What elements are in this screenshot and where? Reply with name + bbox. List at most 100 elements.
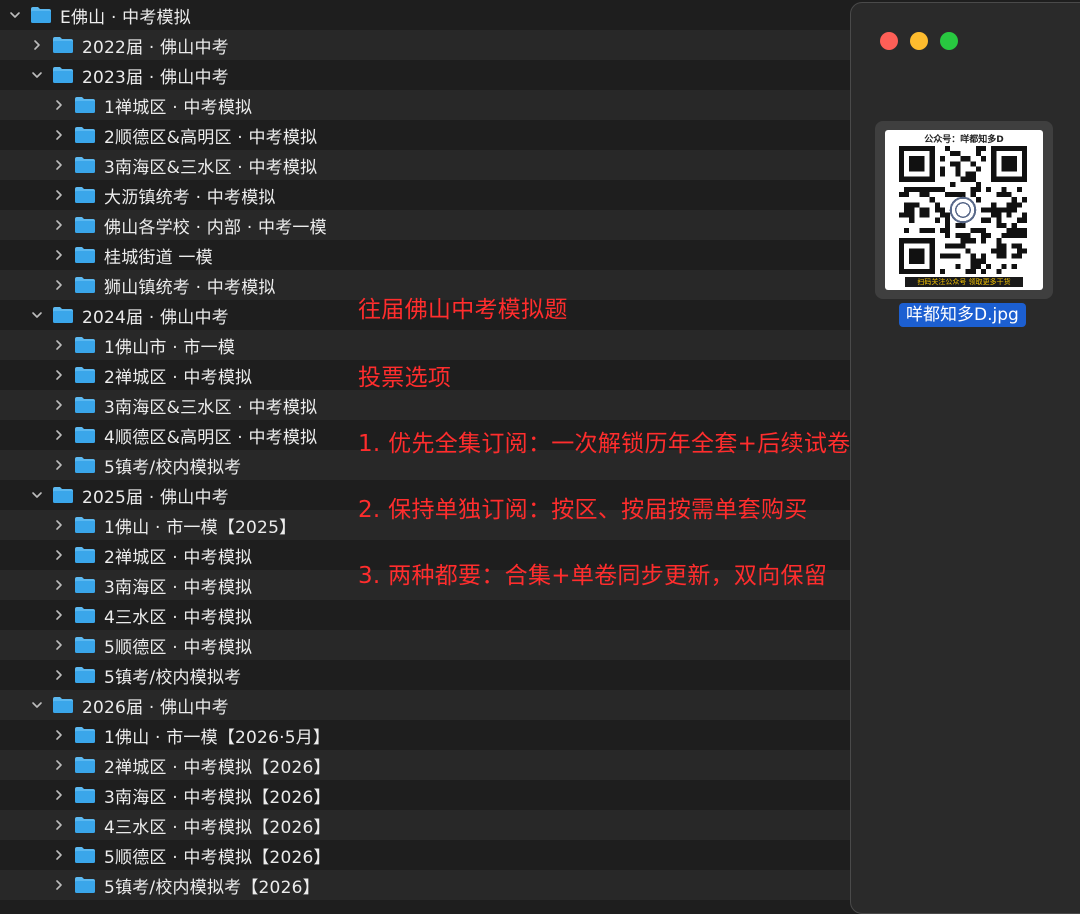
note-title: 往届佛山中考模拟题 [358,297,568,323]
folder-icon [52,696,74,714]
chevron-right-icon[interactable] [52,818,66,832]
chevron-right-icon[interactable] [52,458,66,472]
selected-file-name[interactable]: 咩都知多D.jpg [899,303,1026,327]
note-option-2: 2. 保持单独订阅：按区、按届按需单套购买 [358,497,808,523]
window-minimize-button[interactable] [910,32,928,50]
chevron-right-icon[interactable] [52,158,66,172]
folder-icon [74,276,96,294]
folder-icon [74,246,96,264]
folder-icon [74,216,96,234]
folder-name: 2024届 · 佛山中考 [82,307,229,328]
folder-icon [74,606,96,624]
folder-name: 2025届 · 佛山中考 [82,487,229,508]
qr-caption-top: 公众号：咩都知多D [924,135,1004,145]
folder-name: 2禅城区 · 中考模拟【2026】 [104,757,331,778]
folder-icon [74,156,96,174]
chevron-right-icon[interactable] [52,428,66,442]
chevron-right-icon[interactable] [52,248,66,262]
window-close-button[interactable] [880,32,898,50]
folder-icon [74,366,96,384]
chevron-right-icon[interactable] [52,338,66,352]
chevron-right-icon[interactable] [52,398,66,412]
folder-icon [30,6,52,24]
chevron-right-icon[interactable] [52,578,66,592]
chevron-right-icon[interactable] [52,758,66,772]
chevron-right-icon[interactable] [52,128,66,142]
chevron-right-icon[interactable] [52,878,66,892]
folder-icon [74,336,96,354]
folder-name: 3南海区 · 中考模拟 [104,577,253,598]
folder-name: E佛山 · 中考模拟 [60,7,191,28]
folder-name: 1佛山 · 市一模【2026·5月】 [104,727,331,748]
folder-icon [74,516,96,534]
folder-icon [74,726,96,744]
folder-icon [74,876,96,894]
chevron-right-icon[interactable] [52,848,66,862]
folder-name: 狮山镇统考 · 中考模拟 [104,277,276,298]
folder-icon [74,456,96,474]
chevron-right-icon[interactable] [52,608,66,622]
folder-icon [52,486,74,504]
folder-icon [52,306,74,324]
folder-icon [74,96,96,114]
folder-name: 4三水区 · 中考模拟【2026】 [104,817,331,838]
chevron-right-icon[interactable] [52,218,66,232]
folder-name: 1佛山市 · 市一模 [104,337,236,358]
folder-name: 2026届 · 佛山中考 [82,697,229,718]
folder-icon [74,816,96,834]
image-file-thumbnail[interactable]: 公众号：咩都知多D 扫码关注公众号 领取更多干货 [875,121,1053,299]
folder-name: 佛山各学校 · 内部 · 中考一模 [104,217,327,238]
qr-code-image: 公众号：咩都知多D 扫码关注公众号 领取更多干货 [885,130,1043,290]
folder-name: 2顺德区&高明区 · 中考模拟 [104,127,318,148]
chevron-down-icon[interactable] [30,698,44,712]
folder-name: 5顺德区 · 中考模拟【2026】 [104,847,331,868]
folder-name: 1佛山 · 市一模【2025】 [104,517,297,538]
chevron-right-icon[interactable] [52,518,66,532]
qr-caption-bottom: 扫码关注公众号 领取更多干货 [905,277,1023,287]
chevron-right-icon[interactable] [52,278,66,292]
folder-icon [74,546,96,564]
folder-icon [74,846,96,864]
folder-name: 5镇考/校内模拟考 [104,667,242,688]
chevron-down-icon[interactable] [8,8,22,22]
folder-name: 3南海区&三水区 · 中考模拟 [104,157,318,178]
chevron-down-icon[interactable] [30,308,44,322]
qr-code-icon [899,146,1027,274]
chevron-right-icon[interactable] [52,188,66,202]
folder-icon [74,666,96,684]
chevron-right-icon[interactable] [52,368,66,382]
folder-icon [74,426,96,444]
folder-icon [52,36,74,54]
folder-name: 5顺德区 · 中考模拟 [104,637,253,658]
preview-window: 公众号：咩都知多D 扫码关注公众号 领取更多干货 咩都知多D.jpg [850,2,1080,914]
chevron-right-icon[interactable] [52,98,66,112]
folder-icon [74,786,96,804]
chevron-down-icon[interactable] [30,68,44,82]
folder-name: 4顺德区&高明区 · 中考模拟 [104,427,318,448]
folder-icon [74,576,96,594]
folder-name: 5镇考/校内模拟考 [104,457,242,478]
folder-name: 2023届 · 佛山中考 [82,67,229,88]
folder-name: 2022届 · 佛山中考 [82,37,229,58]
folder-name: 1禅城区 · 中考模拟 [104,97,253,118]
note-poll-heading: 投票选项 [358,365,452,391]
chevron-right-icon[interactable] [30,38,44,52]
chevron-right-icon[interactable] [52,788,66,802]
folder-name: 2禅城区 · 中考模拟 [104,367,253,388]
chevron-right-icon[interactable] [52,638,66,652]
chevron-right-icon[interactable] [52,548,66,562]
chevron-down-icon[interactable] [30,488,44,502]
folder-name: 2禅城区 · 中考模拟 [104,547,253,568]
window-zoom-button[interactable] [940,32,958,50]
folder-name: 5镇考/校内模拟考【2026】 [104,877,320,898]
folder-name: 桂城街道 一模 [104,247,213,268]
note-option-3: 3. 两种都要：合集+单卷同步更新，双向保留 [358,563,828,589]
folder-icon [74,756,96,774]
folder-name: 3南海区&三水区 · 中考模拟 [104,397,318,418]
chevron-right-icon[interactable] [52,728,66,742]
chevron-right-icon[interactable] [52,668,66,682]
folder-name: 4三水区 · 中考模拟 [104,607,253,628]
folder-name: 大沥镇统考 · 中考模拟 [104,187,276,208]
folder-icon [74,186,96,204]
folder-name: 3南海区 · 中考模拟【2026】 [104,787,331,808]
